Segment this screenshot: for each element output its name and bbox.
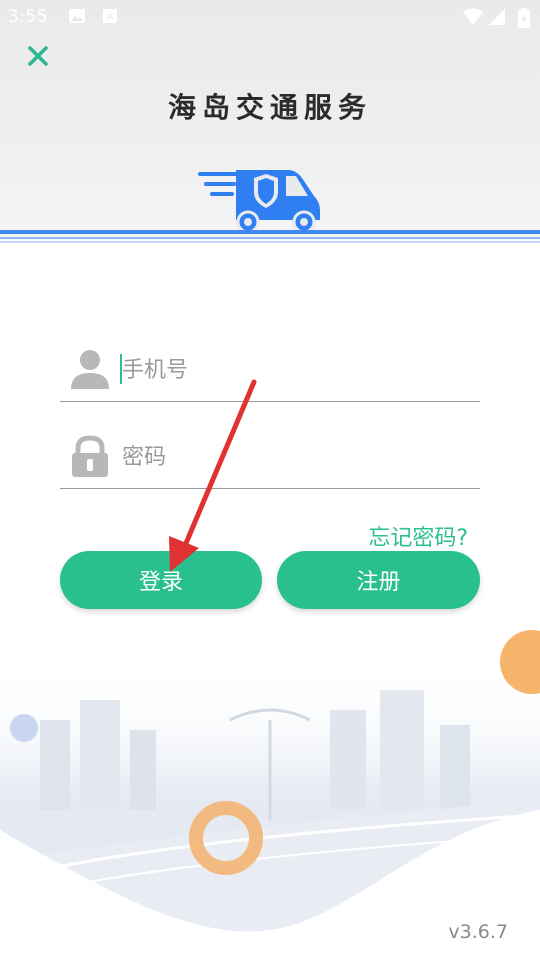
status-time: 3:55	[8, 7, 49, 27]
status-bar: 3:55 A	[0, 0, 540, 36]
keyboard-icon: A	[103, 9, 117, 23]
decor-circle	[500, 630, 540, 694]
forgot-password-link[interactable]: 忘记密码?	[368, 520, 468, 552]
close-button[interactable]	[22, 40, 54, 72]
version-label: v3.6.7	[448, 921, 508, 943]
background-illustration	[0, 660, 540, 960]
truck-logo-icon	[198, 170, 320, 234]
image-icon	[69, 9, 85, 23]
svg-text:A: A	[107, 12, 114, 23]
lock-icon	[72, 435, 108, 477]
password-input[interactable]	[120, 436, 464, 478]
battery-icon	[518, 8, 530, 28]
password-field[interactable]	[60, 428, 480, 489]
header-stripes	[0, 228, 540, 246]
app-title: 海岛交通服务	[167, 91, 372, 124]
register-button[interactable]: 注册	[277, 551, 480, 609]
close-icon	[28, 46, 48, 66]
phone-field[interactable]	[60, 341, 480, 402]
signal-icon	[489, 9, 505, 25]
user-icon	[71, 350, 109, 389]
phone-input[interactable]	[120, 349, 464, 391]
wifi-icon	[463, 8, 483, 25]
login-button[interactable]: 登录	[60, 551, 262, 609]
